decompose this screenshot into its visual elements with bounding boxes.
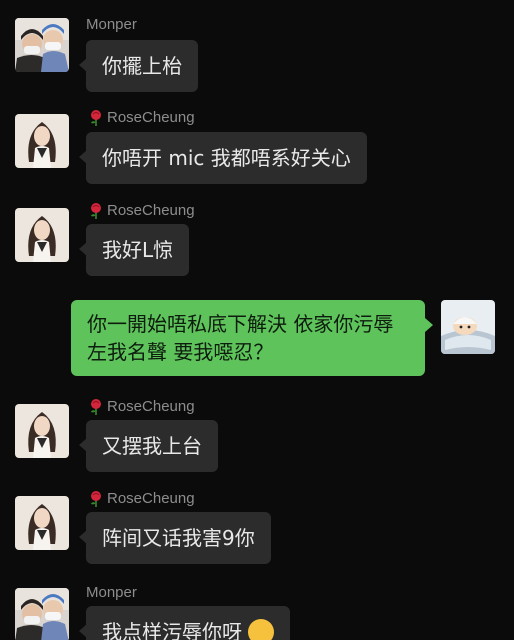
sender-name: Monper <box>86 16 137 34</box>
message-text: 你一開始唔私底下解決 依家你污辱左我名聲 要我噁忍？ <box>87 312 394 364</box>
avatar-rosecheung[interactable] <box>15 208 69 262</box>
sender-name-text: Monper <box>86 16 137 33</box>
message-monper-2: Monper 我点样污辱你呀 <box>0 578 514 640</box>
sender-name: RoseCheung <box>88 490 195 508</box>
bubble-tail <box>79 150 87 164</box>
message-text: 我好L惊 <box>102 238 174 262</box>
message-monper-1: Monper 你擺上枱 <box>0 0 514 100</box>
avatar-monper[interactable] <box>15 588 69 640</box>
smiling-face-icon <box>248 618 275 640</box>
message-own: 你一開始唔私底下解決 依家你污辱左我名聲 要我噁忍？ <box>0 290 514 390</box>
message-bubble[interactable]: 你擺上枱 <box>79 40 198 92</box>
sender-name: RoseCheung <box>88 398 195 416</box>
sender-name-text: Monper <box>86 584 137 601</box>
message-bubble[interactable]: 你唔开 mic 我都唔系好关心 <box>79 132 367 184</box>
sender-name: Monper <box>86 584 137 602</box>
message-text: 又摆我上台 <box>102 434 202 458</box>
avatar-rosecheung[interactable] <box>15 496 69 550</box>
message-bubble[interactable]: 又摆我上台 <box>79 420 218 472</box>
rose-icon <box>91 399 101 415</box>
message-rosecheung-4: RoseCheung 阵间又话我害9你 <box>0 486 514 576</box>
message-text: 阵间又话我害9你 <box>102 526 255 550</box>
sender-name-text: RoseCheung <box>107 398 195 415</box>
message-rosecheung-3: RoseCheung 又摆我上台 <box>0 392 514 482</box>
avatar-rosecheung[interactable] <box>15 114 69 168</box>
sender-name-text: RoseCheung <box>107 109 195 126</box>
chat-window[interactable]: Monper 你擺上枱 RoseCheung 你唔开 mic 我都唔系好关心 R… <box>0 0 514 640</box>
bubble-tail <box>79 530 87 544</box>
message-bubble[interactable]: 我好L惊 <box>79 224 190 276</box>
sender-name: RoseCheung <box>88 109 195 127</box>
message-rosecheung-1: RoseCheung 你唔开 mic 我都唔系好关心 <box>0 100 514 200</box>
message-bubble-own[interactable]: 你一開始唔私底下解決 依家你污辱左我名聲 要我噁忍？ <box>71 300 433 376</box>
message-text: 我点样污辱你呀 <box>102 620 242 640</box>
sender-name-text: RoseCheung <box>107 490 195 507</box>
sender-name: RoseCheung <box>88 202 195 220</box>
message-text: 你擺上枱 <box>102 54 182 78</box>
message-rosecheung-2: RoseCheung 我好L惊 <box>0 196 514 286</box>
avatar-monper[interactable] <box>15 18 69 72</box>
sender-name-text: RoseCheung <box>107 202 195 219</box>
message-bubble[interactable]: 阵间又话我害9你 <box>79 512 271 564</box>
avatar-rosecheung[interactable] <box>15 404 69 458</box>
avatar-self[interactable] <box>441 300 495 354</box>
message-text: 你唔开 mic 我都唔系好关心 <box>102 146 351 170</box>
bubble-tail <box>425 318 433 332</box>
rose-icon <box>91 110 101 126</box>
bubble-tail <box>79 242 87 256</box>
message-bubble[interactable]: 我点样污辱你呀 <box>79 606 291 640</box>
rose-icon <box>91 203 101 219</box>
bubble-tail <box>79 58 87 72</box>
bubble-tail <box>79 438 87 452</box>
rose-icon <box>91 491 101 507</box>
bubble-tail <box>79 624 87 638</box>
